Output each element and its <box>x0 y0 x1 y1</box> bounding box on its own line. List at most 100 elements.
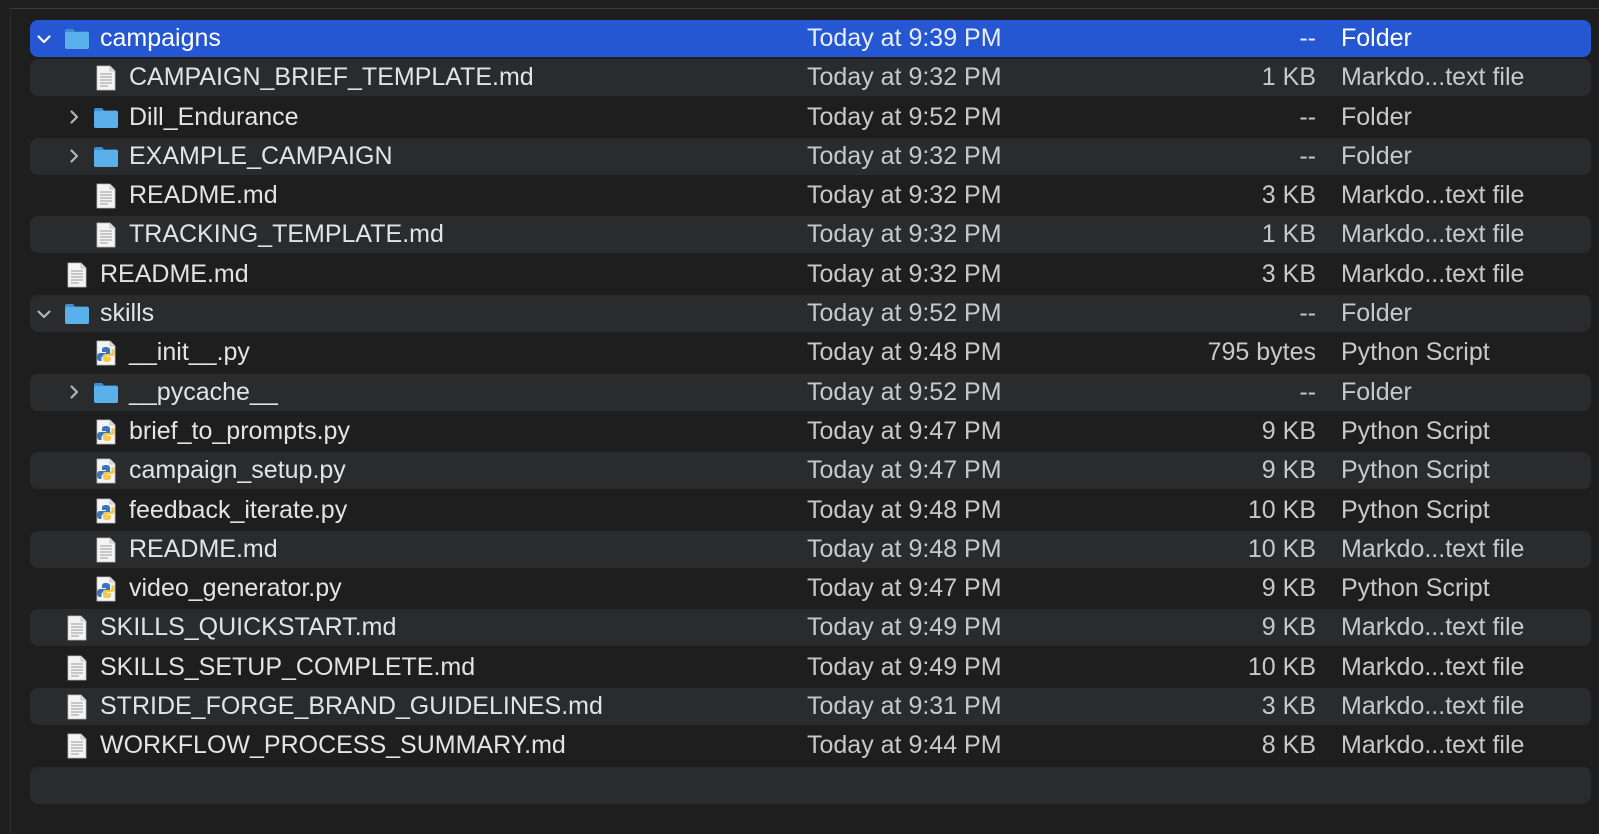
file-size: 3 KB <box>1261 181 1316 210</box>
file-name: __init__.py <box>129 338 250 367</box>
file-row[interactable]: video_generator.py Today at 9:47 PM 9 KB Py… <box>30 570 1591 607</box>
file-size: 1 KB <box>1261 220 1316 249</box>
file-name: __pycache__ <box>129 377 278 406</box>
date-modified: Today at 9:49 PM <box>807 652 1002 681</box>
file-name: README.md <box>129 181 278 210</box>
document-icon <box>92 536 120 564</box>
date-modified: Today at 9:31 PM <box>807 692 1002 721</box>
document-icon <box>63 614 91 642</box>
file-row[interactable]: campaign_setup.py Today at 9:47 PM 9 KB Pyt… <box>30 452 1591 490</box>
file-kind: Python Script <box>1341 495 1490 524</box>
file-kind: Markdo...text file <box>1341 63 1525 92</box>
python-file-icon <box>92 418 120 446</box>
file-row[interactable]: README.md Today at 9:32 PM 3 KB Markdo...te… <box>30 177 1591 214</box>
document-icon <box>63 261 91 289</box>
file-kind: Folder <box>1341 299 1412 328</box>
date-modified: Today at 9:47 PM <box>807 456 1002 485</box>
file-name: campaigns <box>100 24 221 52</box>
folder-row[interactable]: skills Today at 9:52 PM -- Folder <box>30 295 1591 333</box>
file-size: -- <box>1299 24 1316 52</box>
date-modified: Today at 9:49 PM <box>807 613 1002 642</box>
date-modified: Today at 9:32 PM <box>807 63 1002 92</box>
file-kind: Markdo...text file <box>1341 613 1525 642</box>
document-icon <box>63 654 91 682</box>
chevron-right-icon[interactable] <box>64 374 84 411</box>
date-modified: Today at 9:39 PM <box>807 24 1002 52</box>
file-kind: Python Script <box>1341 416 1490 445</box>
file-name: README.md <box>129 534 278 563</box>
date-modified: Today at 9:52 PM <box>807 377 1002 406</box>
date-modified: Today at 9:47 PM <box>807 416 1002 445</box>
document-icon <box>92 182 120 210</box>
file-name: WORKFLOW_PROCESS_SUMMARY.md <box>100 731 566 760</box>
date-modified: Today at 9:32 PM <box>807 220 1002 249</box>
file-row[interactable]: README.md Today at 9:32 PM 3 KB Markdo...te… <box>30 256 1591 293</box>
file-kind: Markdo...text file <box>1341 731 1525 760</box>
folder-icon <box>92 143 120 171</box>
chevron-right-icon[interactable] <box>64 99 84 136</box>
chevron-down-icon[interactable] <box>34 20 54 57</box>
folder-icon <box>63 25 91 53</box>
file-size: 10 KB <box>1247 495 1316 524</box>
file-name: SKILLS_SETUP_COMPLETE.md <box>100 652 476 681</box>
file-size: -- <box>1299 141 1316 170</box>
date-modified: Today at 9:48 PM <box>807 338 1002 367</box>
folder-row[interactable]: Dill_Endurance Today at 9:52 PM -- Folder <box>30 99 1591 136</box>
file-kind: Folder <box>1341 24 1412 52</box>
file-kind: Markdo...text file <box>1341 259 1525 288</box>
folder-row[interactable]: __pycache__ Today at 9:52 PM -- Folder <box>30 373 1591 411</box>
file-size: 10 KB <box>1247 652 1316 681</box>
folder-row[interactable]: campaigns Today at 9:39 PM -- Folder <box>30 20 1591 57</box>
file-kind: Markdo...text file <box>1341 181 1525 210</box>
document-icon <box>92 64 120 92</box>
file-size: 3 KB <box>1261 259 1316 288</box>
file-kind: Folder <box>1341 141 1412 170</box>
file-size: 9 KB <box>1261 613 1316 642</box>
file-size: -- <box>1299 102 1316 131</box>
file-name: README.md <box>100 259 249 288</box>
python-file-icon <box>92 457 120 485</box>
file-row[interactable]: STRIDE_FORGE_BRAND_GUIDELINES.md Today at… <box>30 688 1591 726</box>
file-row[interactable]: TRACKING_TEMPLATE.md Today at 9:32 PM 1 KB… <box>30 216 1591 254</box>
file-row[interactable]: SKILLS_QUICKSTART.md Today at 9:49 PM 9 KB… <box>30 609 1591 647</box>
file-row[interactable]: WORKFLOW_PROCESS_SUMMARY.md Today at 9:44… <box>30 727 1591 764</box>
file-kind: Python Script <box>1341 338 1490 367</box>
file-name: skills <box>100 299 155 328</box>
file-name: campaign_setup.py <box>129 456 346 485</box>
python-file-icon <box>92 339 120 367</box>
file-row[interactable]: feedback_iterate.py Today at 9:48 PM 10 KB… <box>30 492 1591 529</box>
file-size: -- <box>1299 377 1316 406</box>
file-kind: Folder <box>1341 377 1412 406</box>
file-kind: Python Script <box>1341 456 1490 485</box>
date-modified: Today at 9:52 PM <box>807 102 1002 131</box>
file-row[interactable]: SKILLS_SETUP_COMPLETE.md Today at 9:49 PM… <box>30 649 1591 686</box>
file-row[interactable]: brief_to_prompts.py Today at 9:47 PM 9 KB P… <box>30 413 1591 450</box>
file-list: campaigns Today at 9:39 PM -- Folder CAMPAIG… <box>30 20 1591 806</box>
python-file-icon <box>92 497 120 525</box>
file-name: STRIDE_FORGE_BRAND_GUIDELINES.md <box>100 692 603 721</box>
folder-icon <box>92 104 120 132</box>
file-size: 10 KB <box>1247 534 1316 563</box>
date-modified: Today at 9:52 PM <box>807 299 1002 328</box>
file-kind: Markdo...text file <box>1341 534 1525 563</box>
file-name: brief_to_prompts.py <box>129 416 350 445</box>
file-row[interactable]: README.md Today at 9:48 PM 10 KB Markdo...t… <box>30 530 1591 568</box>
python-file-icon <box>92 575 120 603</box>
file-name: TRACKING_TEMPLATE.md <box>129 220 444 249</box>
file-row[interactable]: CAMPAIGN_BRIEF_TEMPLATE.md Today at 9:32 … <box>30 59 1591 97</box>
chevron-right-icon[interactable] <box>64 138 84 175</box>
file-row[interactable]: __init__.py Today at 9:48 PM 795 bytes Pyth… <box>30 334 1591 371</box>
date-modified: Today at 9:48 PM <box>807 534 1002 563</box>
document-icon <box>92 221 120 249</box>
file-kind: Markdo...text file <box>1341 692 1525 721</box>
file-kind: Markdo...text file <box>1341 652 1525 681</box>
folder-row[interactable]: EXAMPLE_CAMPAIGN Today at 9:32 PM -- Folder <box>30 137 1591 175</box>
file-name: feedback_iterate.py <box>129 495 348 524</box>
chevron-down-icon[interactable] <box>34 295 54 332</box>
document-icon <box>63 732 91 760</box>
file-kind: Python Script <box>1341 574 1490 603</box>
file-name: video_generator.py <box>129 574 342 603</box>
document-icon <box>63 693 91 721</box>
file-size: 8 KB <box>1261 731 1316 760</box>
date-modified: Today at 9:32 PM <box>807 141 1002 170</box>
